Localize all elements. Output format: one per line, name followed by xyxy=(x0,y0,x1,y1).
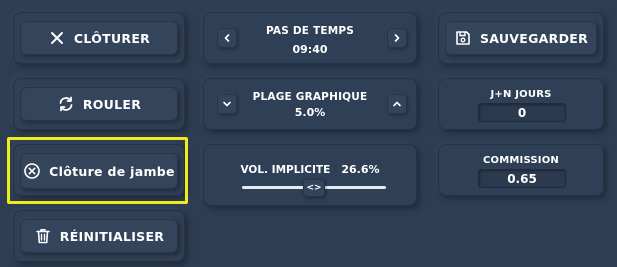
time-step-stepper: PAS DE TEMPS 09:40 xyxy=(203,12,417,64)
chevron-right-icon xyxy=(394,34,400,42)
reset-button-panel: RÉINITIALISER xyxy=(13,210,185,262)
implied-vol-value: 26.6% xyxy=(341,163,380,176)
close-button-label: CLÔTURER xyxy=(73,30,151,46)
save-button[interactable]: SAUVEGARDER xyxy=(445,21,597,55)
circle-x-icon xyxy=(23,162,41,180)
reset-button[interactable]: RÉINITIALISER xyxy=(20,219,178,253)
implied-vol-panel: VOL. IMPLICITE 26.6% <> xyxy=(203,144,417,206)
chart-range-title: PLAGE GRAPHIQUE xyxy=(252,91,368,103)
reset-button-label: RÉINITIALISER xyxy=(59,228,165,244)
implied-vol-header: VOL. IMPLICITE 26.6% xyxy=(204,158,416,177)
save-button-panel: SAUVEGARDER xyxy=(438,12,604,64)
commission-input[interactable]: 0.65 xyxy=(478,169,566,188)
roll-button-panel: ROULER xyxy=(13,78,185,130)
implied-vol-slider-thumb[interactable]: <> xyxy=(303,179,325,197)
chart-range-increase-button[interactable] xyxy=(387,94,407,114)
implied-vol-title: VOL. IMPLICITE xyxy=(240,164,331,176)
commission-title: COMMISSION xyxy=(482,155,559,166)
leg-close-button[interactable]: Clôture de jambe xyxy=(20,153,178,189)
save-button-label: SAUVEGARDER xyxy=(479,30,589,46)
time-step-value: 09:40 xyxy=(292,43,328,56)
roll-button-label: ROULER xyxy=(82,96,142,112)
leg-close-button-panel: Clôture de jambe xyxy=(13,144,185,196)
drag-handle-icon: <> xyxy=(306,183,322,193)
trade-controls-panel: CLÔTURER ROULER Clôture de jambe RÉINITI… xyxy=(0,0,617,267)
floppy-disk-icon xyxy=(454,29,472,47)
time-step-increase-button[interactable] xyxy=(387,28,407,48)
leg-close-button-label: Clôture de jambe xyxy=(49,163,175,179)
trash-icon xyxy=(34,227,52,245)
chart-range-stepper: PLAGE GRAPHIQUE 5.0% xyxy=(203,78,417,130)
days-title: J+N JOURS xyxy=(490,89,552,100)
commission-panel: COMMISSION 0.65 xyxy=(438,144,604,196)
days-panel: J+N JOURS 0 xyxy=(438,78,604,130)
refresh-icon xyxy=(57,95,75,113)
chevron-up-icon xyxy=(393,101,401,107)
time-step-title: PAS DE TEMPS xyxy=(265,25,355,37)
days-input[interactable]: 0 xyxy=(478,103,566,122)
close-button[interactable]: CLÔTURER xyxy=(20,21,178,55)
x-icon xyxy=(48,29,66,47)
roll-button[interactable]: ROULER xyxy=(20,87,178,121)
close-button-panel: CLÔTURER xyxy=(13,12,185,64)
chart-range-value: 5.0% xyxy=(294,106,326,119)
